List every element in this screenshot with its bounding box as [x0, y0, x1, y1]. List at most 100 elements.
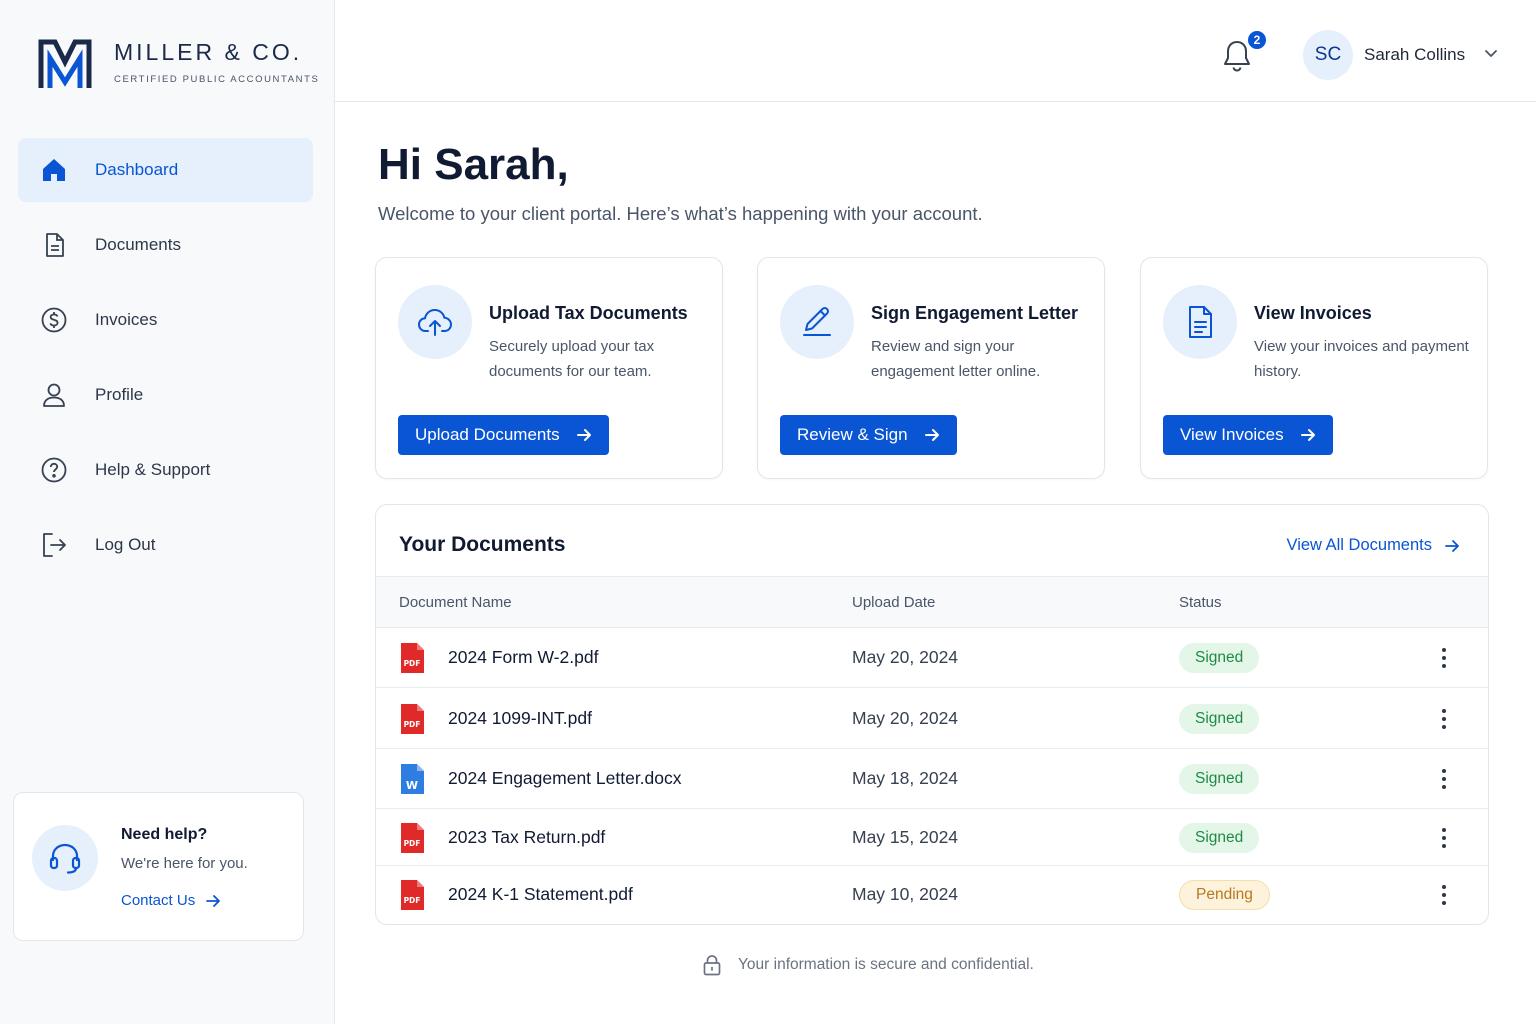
svg-text:PDF: PDF	[404, 839, 421, 848]
chevron-down-icon[interactable]	[1484, 48, 1498, 58]
help-card: Need help? We're here for you. Contact U…	[13, 792, 304, 941]
sidebar-item-help[interactable]: Help & Support	[18, 438, 313, 502]
upload-tax-documents-card: Upload Tax Documents Securely upload you…	[375, 257, 723, 479]
sidebar-nav: Dashboard Documents Invoices Profile Hel…	[18, 138, 313, 588]
table-row[interactable]: PDF 2023 Tax Return.pdf May 15, 2024 Sig…	[376, 809, 1488, 866]
sidebar-item-dashboard[interactable]: Dashboard	[18, 138, 313, 202]
brand-name: MILLER & CO.	[114, 39, 303, 65]
svg-text:W: W	[406, 779, 418, 792]
page-title: Hi Sarah,	[378, 140, 569, 189]
view-invoices-button[interactable]: View Invoices	[1163, 415, 1333, 455]
documents-panel: Your Documents View All Documents Docume…	[375, 504, 1489, 925]
sidebar-item-label: Invoices	[95, 310, 158, 329]
help-icon-container	[32, 825, 98, 891]
card-icon-container	[398, 285, 472, 359]
notification-badge: 2	[1246, 29, 1268, 51]
top-header: 2 SC Sarah Collins	[335, 0, 1536, 102]
card-description: Securely upload your tax documents for o…	[489, 338, 655, 380]
status-badge: Signed	[1179, 704, 1260, 734]
upload-documents-button[interactable]: Upload Documents	[398, 415, 609, 455]
help-title: Need help?	[121, 826, 208, 843]
contact-us-label: Contact Us	[121, 892, 196, 909]
security-note-text: Your information is secure and confident…	[738, 956, 1034, 973]
more-options-icon[interactable]	[1436, 646, 1452, 670]
pdf-file-icon: PDF	[401, 880, 424, 910]
view-all-label: View All Documents	[1286, 536, 1432, 554]
help-subtitle: We're here for you.	[121, 855, 248, 872]
user-name[interactable]: Sarah Collins	[1364, 45, 1465, 65]
pen-sign-icon	[803, 307, 831, 336]
document-icon	[46, 233, 64, 257]
pdf-file-icon: PDF	[401, 823, 424, 853]
arrow-right-icon	[1300, 429, 1315, 441]
status-badge: Signed	[1179, 643, 1260, 673]
status-badge: Pending	[1179, 880, 1270, 910]
sidebar-item-label: Dashboard	[95, 160, 179, 179]
contact-us-link[interactable]: Contact Us	[121, 892, 221, 909]
upload-date: May 20, 2024	[852, 708, 959, 728]
lock-icon	[703, 955, 721, 976]
arrow-right-icon	[576, 429, 591, 441]
table-row[interactable]: W 2024 Engagement Letter.docx May 18, 20…	[376, 749, 1488, 809]
status-badge: Signed	[1179, 764, 1260, 794]
column-header-name[interactable]: Document Name	[399, 594, 512, 611]
invoice-icon	[1189, 306, 1212, 338]
word-file-icon: W	[401, 764, 424, 794]
table-header: Document Name Upload Date Status	[376, 576, 1488, 628]
avatar[interactable]: SC	[1303, 30, 1353, 80]
logout-icon	[43, 533, 66, 557]
card-icon-container	[1163, 285, 1237, 359]
button-label: Review & Sign	[797, 425, 908, 444]
review-and-sign-button[interactable]: Review & Sign	[780, 415, 957, 455]
document-name[interactable]: 2024 K-1 Statement.pdf	[448, 884, 633, 905]
view-all-documents-link[interactable]: View All Documents	[1286, 536, 1460, 555]
upload-date: May 15, 2024	[852, 827, 959, 847]
sidebar-item-label: Documents	[95, 235, 181, 254]
card-description: Review and sign your engagement letter o…	[871, 338, 1041, 380]
more-options-icon[interactable]	[1436, 826, 1452, 850]
column-header-date[interactable]: Upload Date	[852, 594, 935, 611]
more-options-icon[interactable]	[1436, 767, 1452, 791]
user-icon	[43, 383, 65, 407]
table-row[interactable]: PDF 2024 K-1 Statement.pdf May 10, 2024 …	[376, 866, 1488, 924]
table-row[interactable]: PDF 2024 1099-INT.pdf May 20, 2024 Signe…	[376, 688, 1488, 749]
cloud-upload-icon	[418, 309, 452, 336]
brand-tagline: CERTIFIED PUBLIC ACCOUNTANTS	[114, 74, 320, 85]
document-name[interactable]: 2024 1099-INT.pdf	[448, 708, 592, 729]
dollar-circle-icon	[41, 307, 67, 333]
card-title: View Invoices	[1254, 303, 1372, 323]
upload-date: May 20, 2024	[852, 647, 959, 667]
document-name[interactable]: 2023 Tax Return.pdf	[448, 827, 605, 848]
more-options-icon[interactable]	[1436, 707, 1452, 731]
sidebar-item-label: Log Out	[95, 535, 156, 554]
document-name[interactable]: 2024 Form W-2.pdf	[448, 647, 598, 668]
home-icon	[43, 159, 65, 181]
sign-engagement-letter-card: Sign Engagement Letter Review and sign y…	[757, 257, 1105, 479]
documents-title: Your Documents	[399, 533, 566, 556]
sidebar: MILLER & CO. CERTIFIED PUBLIC ACCOUNTANT…	[0, 0, 335, 1024]
svg-text:PDF: PDF	[404, 720, 421, 729]
arrow-right-icon	[206, 894, 221, 907]
welcome-message: Welcome to your client portal. Here’s wh…	[378, 203, 983, 224]
card-title: Upload Tax Documents	[489, 303, 688, 323]
table-row[interactable]: PDF 2024 Form W-2.pdf May 20, 2024 Signe…	[376, 628, 1488, 688]
sidebar-item-profile[interactable]: Profile	[18, 363, 313, 427]
sidebar-item-logout[interactable]: Log Out	[18, 513, 313, 577]
card-title: Sign Engagement Letter	[871, 303, 1079, 323]
button-label: Upload Documents	[415, 425, 560, 444]
sidebar-item-label: Profile	[95, 385, 144, 404]
arrow-right-icon	[1445, 539, 1459, 552]
headset-icon	[49, 843, 81, 874]
more-options-icon[interactable]	[1436, 883, 1452, 907]
sidebar-item-documents[interactable]: Documents	[18, 213, 313, 277]
sidebar-item-invoices[interactable]: Invoices	[18, 288, 313, 352]
document-name[interactable]: 2024 Engagement Letter.docx	[448, 768, 682, 789]
button-label: View Invoices	[1180, 425, 1284, 444]
status-badge: Signed	[1179, 823, 1260, 853]
arrow-right-icon	[924, 429, 939, 441]
upload-date: May 18, 2024	[852, 768, 959, 788]
view-invoices-card: View Invoices View your invoices and pay…	[1140, 257, 1488, 479]
brand-logo[interactable]: MILLER & CO. CERTIFIED PUBLIC ACCOUNTANT…	[38, 36, 319, 90]
column-header-status[interactable]: Status	[1179, 594, 1222, 611]
svg-text:PDF: PDF	[404, 896, 421, 905]
